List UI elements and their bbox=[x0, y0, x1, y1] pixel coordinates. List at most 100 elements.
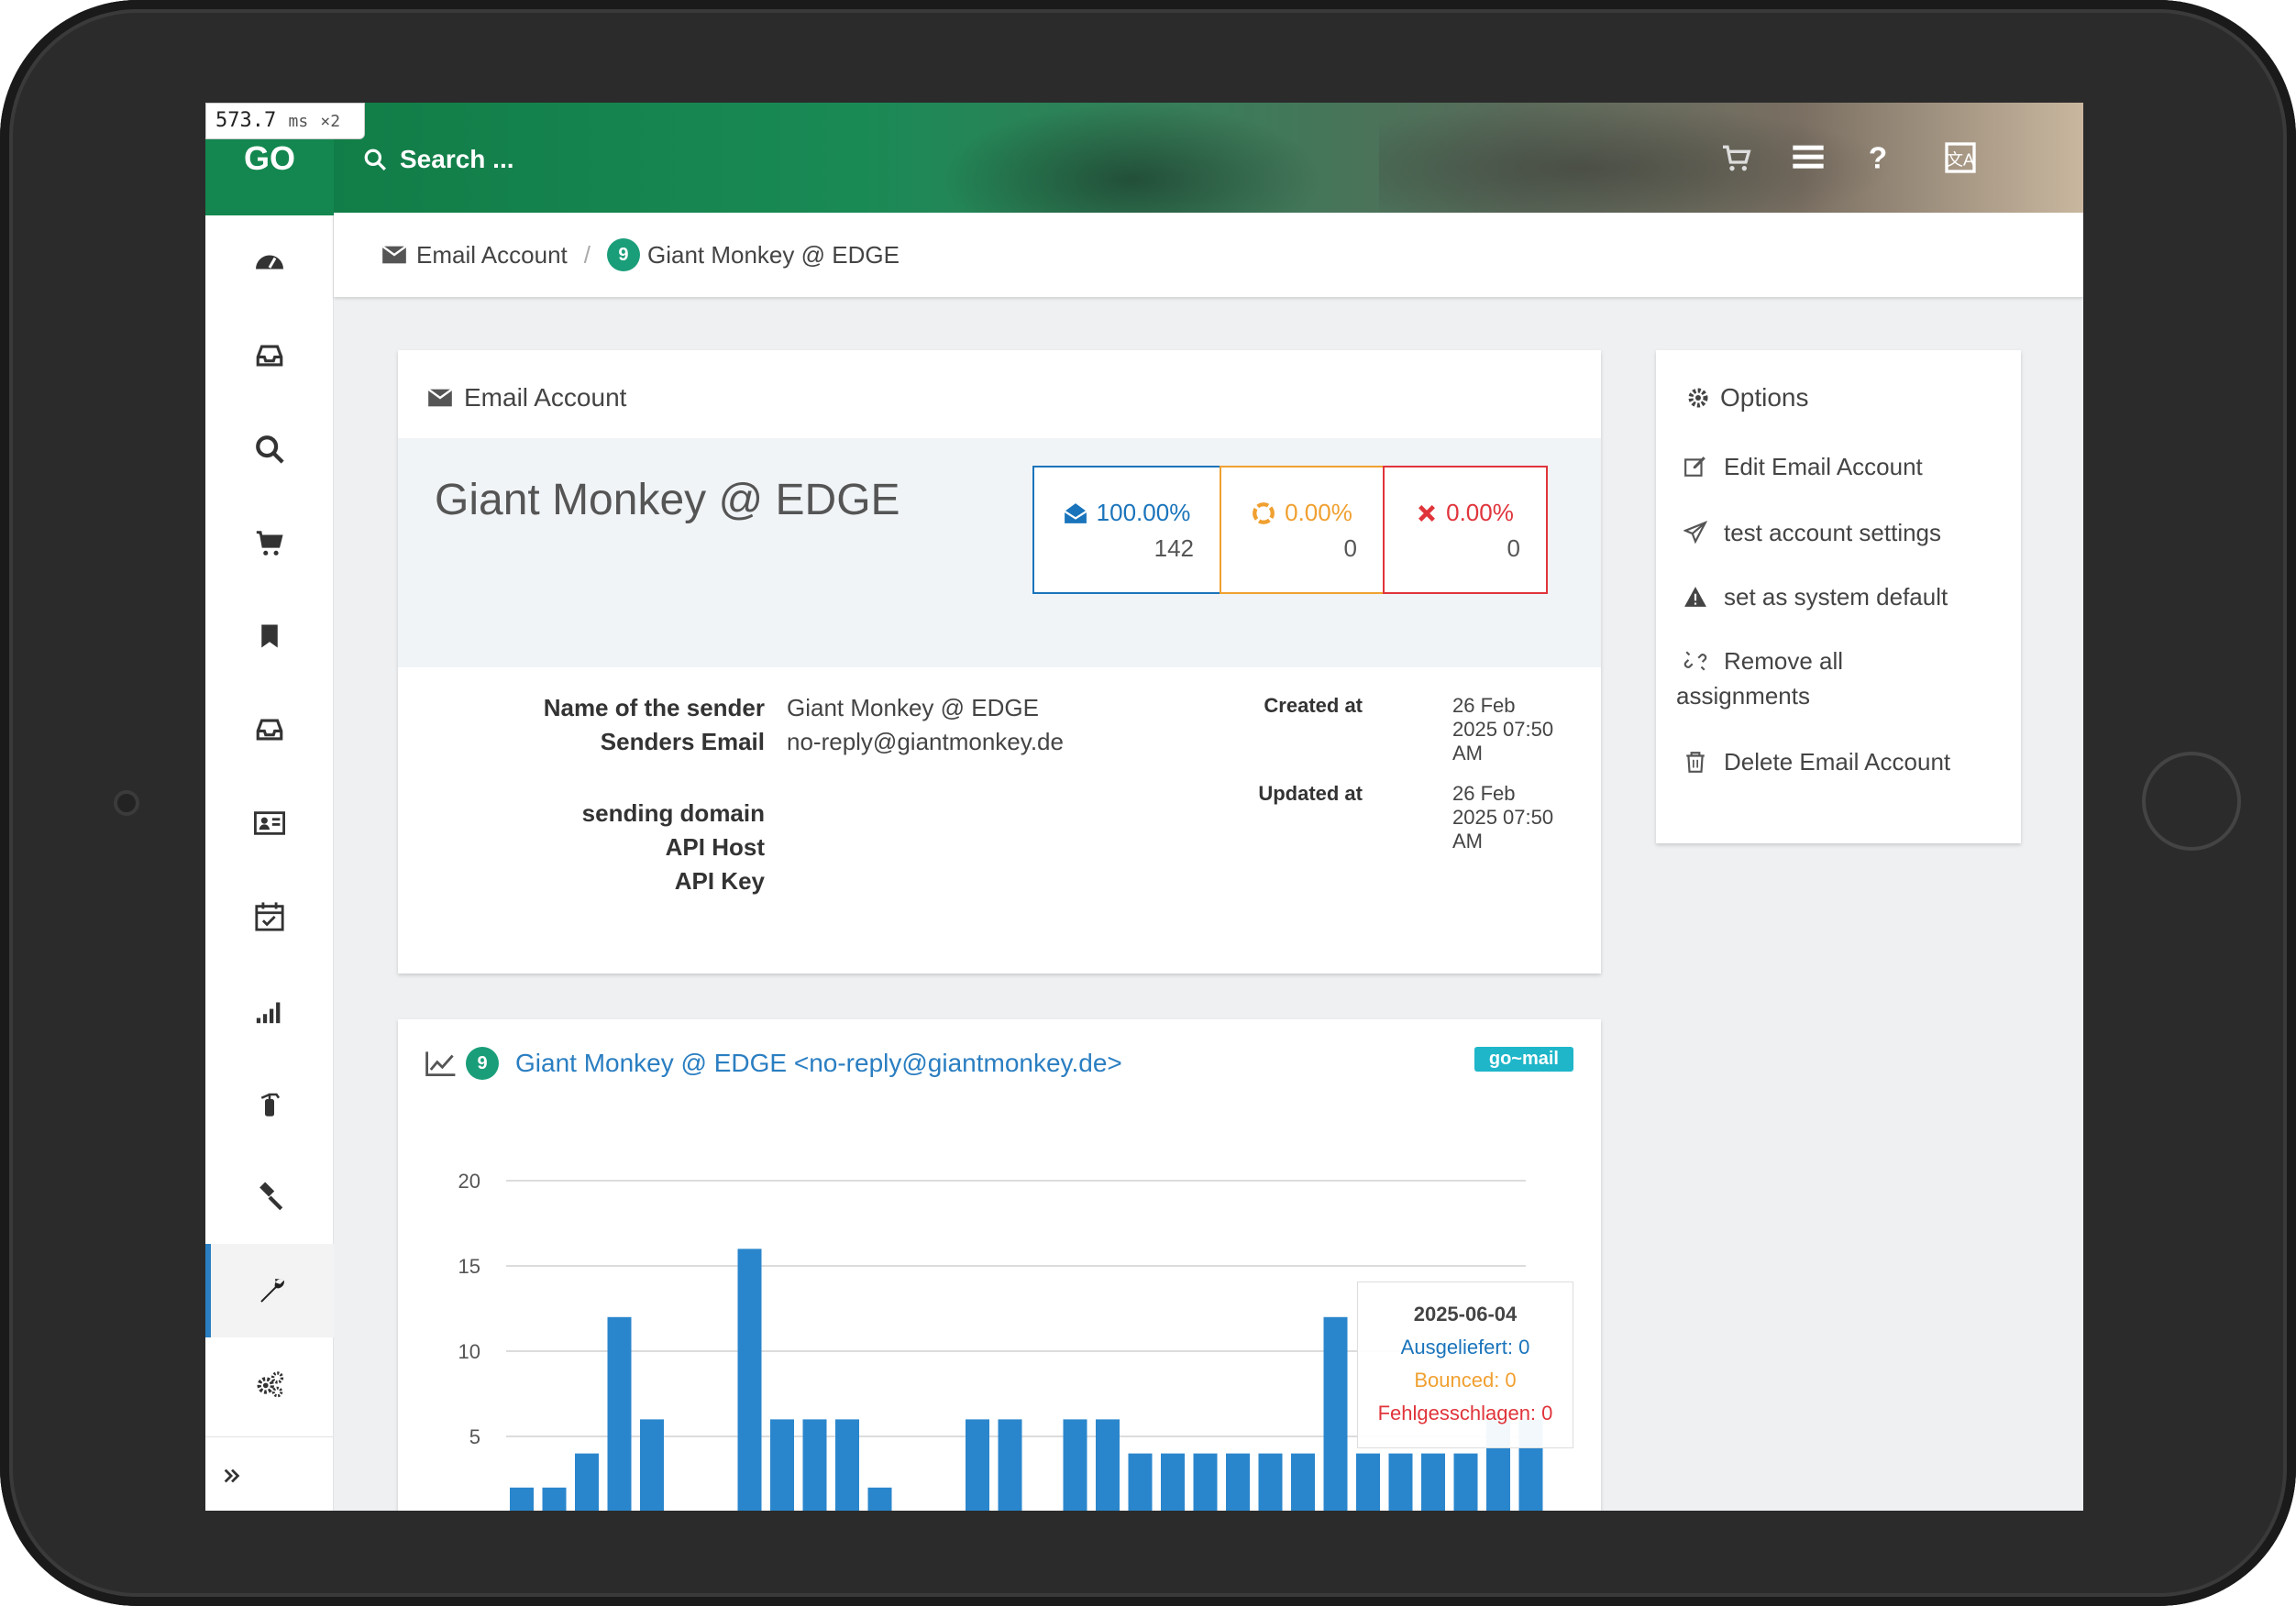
chart-bar[interactable] bbox=[966, 1419, 989, 1511]
sidebar-item-dashboard[interactable] bbox=[205, 215, 334, 309]
stat-bounced[interactable]: 0.00% 0 bbox=[1220, 466, 1385, 594]
account-id-badge: 9 bbox=[466, 1047, 499, 1080]
chart-bar[interactable] bbox=[1421, 1453, 1445, 1511]
inbox-icon bbox=[256, 719, 283, 741]
label-created-at: Created at bbox=[1264, 694, 1363, 717]
sidebar-item-shop[interactable] bbox=[205, 496, 334, 589]
sidebar-item-statistics[interactable] bbox=[205, 963, 334, 1057]
inbox-icon bbox=[256, 345, 283, 367]
breadcrumb-root-link[interactable]: Email Account bbox=[416, 241, 568, 270]
sidebar-item-inbox[interactable] bbox=[205, 309, 334, 402]
chart-bar[interactable] bbox=[998, 1419, 1022, 1511]
email-account-card: Email Account Giant Monkey @ EDGE 100.00… bbox=[398, 350, 1601, 974]
sidebar-item-inbox-2[interactable] bbox=[205, 683, 334, 776]
stat-delivered[interactable]: 100.00% 142 bbox=[1032, 466, 1221, 594]
edit-email-account-button[interactable]: Edit Email Account bbox=[1683, 449, 2004, 484]
dashboard-icon bbox=[256, 255, 283, 270]
chart-bar[interactable] bbox=[510, 1487, 534, 1511]
label-api-key: API Key bbox=[674, 867, 765, 895]
language-icon[interactable]: 文A bbox=[1942, 139, 1979, 176]
module-tag: go~mail bbox=[1474, 1047, 1573, 1072]
chart-bar[interactable] bbox=[737, 1248, 762, 1511]
chart-bar[interactable] bbox=[867, 1487, 892, 1511]
sidebar-item-search[interactable] bbox=[205, 402, 334, 496]
chart-bar[interactable] bbox=[1226, 1453, 1250, 1511]
x-icon bbox=[1418, 504, 1436, 522]
label-sender-email: Senders Email bbox=[600, 728, 765, 755]
chart-bar[interactable] bbox=[607, 1316, 632, 1511]
sidebar-item-bookmarks[interactable] bbox=[205, 589, 334, 683]
list-icon[interactable] bbox=[1790, 139, 1827, 176]
sidebar-item-system[interactable] bbox=[205, 1337, 334, 1431]
chart-bar[interactable] bbox=[1128, 1453, 1153, 1511]
value-sender-name: Giant Monkey @ EDGE bbox=[787, 694, 1039, 721]
double-chevron-right-icon bbox=[224, 1468, 240, 1483]
chart-bar[interactable] bbox=[1193, 1453, 1218, 1511]
y-tick-label: 10 bbox=[458, 1340, 480, 1363]
stat-failed[interactable]: 0.00% 0 bbox=[1383, 466, 1548, 594]
chart-bar[interactable] bbox=[640, 1419, 664, 1511]
signal-icon bbox=[256, 1002, 281, 1024]
remove-assignments-button[interactable]: Remove all assignments bbox=[1676, 644, 2004, 713]
chart-title-link[interactable]: Giant Monkey @ EDGE <no-reply@giantmonke… bbox=[515, 1049, 1122, 1078]
svg-text:?: ? bbox=[1869, 142, 1887, 176]
chart-bar[interactable] bbox=[1291, 1453, 1315, 1511]
options-title: Options bbox=[1687, 383, 1809, 412]
label-sender-name: Name of the sender bbox=[543, 694, 765, 721]
cart-icon bbox=[256, 531, 283, 556]
set-system-default-button[interactable]: set as system default bbox=[1683, 579, 2004, 614]
label-updated-at: Updated at bbox=[1258, 782, 1363, 805]
label-sending-domain: sending domain bbox=[581, 799, 765, 827]
delete-email-account-button[interactable]: Delete Email Account bbox=[1683, 744, 2004, 779]
account-name: Giant Monkey @ EDGE bbox=[435, 476, 900, 524]
account-summary: Giant Monkey @ EDGE 100.00% 142 0.00% 0 bbox=[398, 438, 1601, 667]
y-tick-label: 5 bbox=[469, 1425, 480, 1448]
bookmark-icon bbox=[261, 624, 278, 648]
sidebar-item-contacts[interactable] bbox=[205, 776, 334, 870]
sidebar-item-safety[interactable] bbox=[205, 1057, 334, 1150]
breadcrumb-current: Giant Monkey @ EDGE bbox=[646, 240, 900, 269]
sidebar-item-calendar[interactable] bbox=[205, 870, 334, 963]
chart-bar[interactable] bbox=[802, 1419, 827, 1511]
chart-bar[interactable] bbox=[1096, 1419, 1120, 1511]
chart-header: 9 Giant Monkey @ EDGE <no-reply@giantmon… bbox=[425, 1047, 1122, 1080]
line-chart-icon bbox=[425, 1051, 456, 1076]
life-ring-icon bbox=[1253, 501, 1275, 524]
chart-bar[interactable] bbox=[1063, 1419, 1087, 1511]
warning-icon bbox=[1684, 587, 1706, 607]
value-created-at: 26 Feb 2025 07:50 AM bbox=[1452, 694, 1554, 764]
search-icon bbox=[256, 435, 284, 464]
chart-bar[interactable] bbox=[542, 1487, 567, 1511]
gear-icon bbox=[1688, 388, 1708, 408]
value-sender-email: no-reply@giantmonkey.de bbox=[787, 728, 1064, 755]
chart-bar[interactable] bbox=[575, 1453, 599, 1511]
camera-icon bbox=[114, 790, 139, 816]
sidebar-item-settings[interactable] bbox=[205, 1244, 334, 1337]
contact-card-icon bbox=[254, 811, 285, 835]
home-button[interactable] bbox=[2142, 752, 2241, 851]
chart-bar[interactable] bbox=[1388, 1453, 1413, 1511]
chart-bar[interactable] bbox=[770, 1419, 794, 1511]
wrench-icon bbox=[260, 1279, 284, 1303]
test-account-settings-button[interactable]: test account settings bbox=[1683, 515, 2004, 550]
help-icon[interactable]: ? bbox=[1860, 139, 1896, 176]
sidebar-expand-button[interactable] bbox=[205, 1444, 334, 1508]
svg-text:文A: 文A bbox=[1947, 149, 1975, 169]
chart-bar[interactable] bbox=[1258, 1453, 1283, 1511]
chart-bar[interactable] bbox=[1453, 1453, 1478, 1511]
cart-icon[interactable] bbox=[1718, 139, 1755, 176]
value-updated-at: 26 Feb 2025 07:50 AM bbox=[1452, 782, 1554, 852]
options-card: Options Edit Email Account test account … bbox=[1656, 350, 2021, 843]
chart-bar[interactable] bbox=[1323, 1316, 1348, 1511]
chart-tooltip: 2025-06-04 Ausgeliefert: 0 Bounced: 0 Fe… bbox=[1357, 1282, 1573, 1448]
chart-bar[interactable] bbox=[1356, 1453, 1380, 1511]
account-id-badge: 9 bbox=[606, 238, 640, 271]
gears-icon bbox=[257, 1371, 284, 1398]
paper-plane-icon bbox=[1683, 521, 1707, 544]
y-tick-label: 20 bbox=[458, 1170, 480, 1193]
chart-bar[interactable] bbox=[1161, 1453, 1185, 1511]
sidebar-item-tools[interactable] bbox=[205, 1150, 334, 1244]
search-button[interactable]: Search ... bbox=[363, 145, 514, 174]
envelope-icon bbox=[427, 388, 453, 407]
chart-bar[interactable] bbox=[835, 1419, 859, 1511]
